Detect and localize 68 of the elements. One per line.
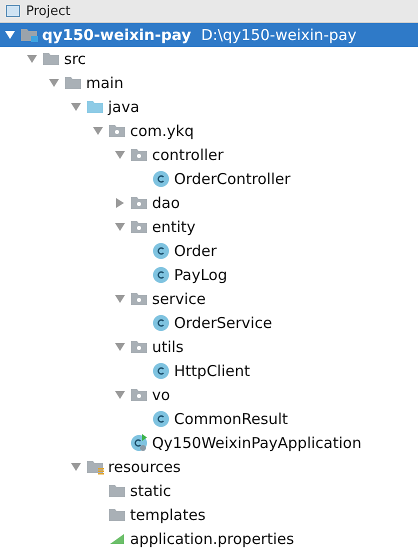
- package-icon: [130, 338, 148, 356]
- tree-item[interactable]: com.ykq: [0, 119, 418, 143]
- tree-item[interactable]: PayLog: [0, 263, 418, 287]
- class-icon: [152, 362, 170, 380]
- module-path: D:\qy150-weixin-pay: [201, 26, 356, 44]
- package-icon: [108, 122, 126, 140]
- resources-folder-icon: [86, 458, 104, 476]
- module-folder-icon: [20, 26, 38, 44]
- tree-item[interactable]: qy150-weixin-pay D:\qy150-weixin-pay: [0, 23, 418, 47]
- tree-item-label: entity: [152, 218, 196, 236]
- tree-item-label: static: [130, 482, 172, 500]
- tree-item-label: Qy150WeixinPayApplication: [152, 434, 362, 452]
- tree-item-label: service: [152, 290, 206, 308]
- class-run-icon: [130, 434, 148, 452]
- tree-item[interactable]: OrderController: [0, 167, 418, 191]
- tree-item-label: com.ykq: [130, 122, 194, 140]
- tree-item[interactable]: CommonResult: [0, 407, 418, 431]
- tree-item-label: src: [64, 50, 86, 68]
- tree-item-label: controller: [152, 146, 224, 164]
- class-icon: [152, 242, 170, 260]
- tree-item-label: qy150-weixin-pay: [42, 26, 192, 44]
- tree-item[interactable]: main: [0, 71, 418, 95]
- folder-icon: [108, 506, 126, 524]
- package-icon: [130, 290, 148, 308]
- class-icon: [152, 314, 170, 332]
- tree-item-label: utils: [152, 338, 184, 356]
- package-icon: [130, 218, 148, 236]
- tree-item-label: OrderController: [174, 170, 290, 188]
- tree-item[interactable]: src: [0, 47, 418, 71]
- panel-icon: [6, 5, 20, 17]
- tree-item-label: templates: [130, 506, 206, 524]
- tree-item[interactable]: java: [0, 95, 418, 119]
- tree-item-label: Order: [174, 242, 217, 260]
- tree-item-label: CommonResult: [174, 410, 288, 428]
- tree-item-label: HttpClient: [174, 362, 250, 380]
- package-icon: [130, 194, 148, 212]
- tree-item-label: resources: [108, 458, 181, 476]
- folder-icon: [42, 50, 60, 68]
- folder-icon: [64, 74, 82, 92]
- tree-item[interactable]: Order: [0, 239, 418, 263]
- class-icon: [152, 170, 170, 188]
- tree-item-label: application.properties: [130, 530, 294, 548]
- tree-item[interactable]: service: [0, 287, 418, 311]
- tree-item[interactable]: utils: [0, 335, 418, 359]
- tree-item-label: dao: [152, 194, 180, 212]
- tree-item[interactable]: OrderService: [0, 311, 418, 335]
- tree-item[interactable]: resources: [0, 455, 418, 479]
- tree-item[interactable]: entity: [0, 215, 418, 239]
- tree-item-label: main: [86, 74, 124, 92]
- tree-item[interactable]: Qy150WeixinPayApplication: [0, 431, 418, 455]
- tree-item[interactable]: templates: [0, 503, 418, 527]
- tree-item-label: vo: [152, 386, 170, 404]
- package-icon: [130, 386, 148, 404]
- tree-item[interactable]: vo: [0, 383, 418, 407]
- class-icon: [152, 410, 170, 428]
- panel-title: Project: [26, 4, 70, 18]
- tree-item[interactable]: HttpClient: [0, 359, 418, 383]
- tree-item-label: java: [108, 98, 140, 116]
- class-icon: [152, 266, 170, 284]
- folder-icon: [108, 482, 126, 500]
- source-folder-icon: [86, 98, 104, 116]
- tree-item-label: OrderService: [174, 314, 272, 332]
- tree-item[interactable]: application.properties: [0, 527, 418, 551]
- tree-item-label: PayLog: [174, 266, 228, 284]
- tree-item[interactable]: static: [0, 479, 418, 503]
- package-icon: [130, 146, 148, 164]
- tree-item[interactable]: controller: [0, 143, 418, 167]
- tree-item[interactable]: dao: [0, 191, 418, 215]
